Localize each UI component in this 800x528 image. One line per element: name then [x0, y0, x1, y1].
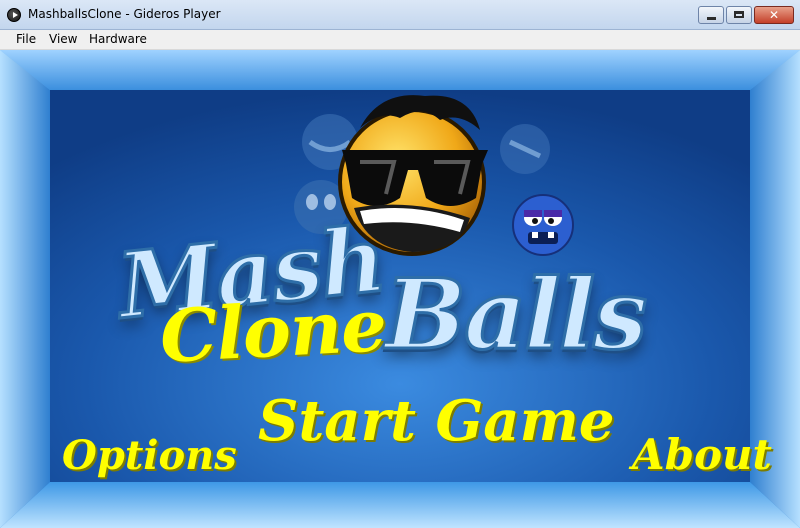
menu-bar: File View Hardware — [0, 30, 800, 50]
logo-subtitle-clone: Clone — [157, 282, 388, 379]
close-button[interactable]: ✕ — [754, 6, 794, 24]
blue-ball-character — [512, 194, 574, 256]
options-button[interactable]: Options — [62, 432, 237, 479]
window-title: MashballsClone - Gideros Player — [28, 7, 221, 21]
maximize-button[interactable] — [726, 6, 752, 24]
game-viewport[interactable]: Mash Balls Clone Start Game Options Abou… — [0, 50, 800, 528]
window-title-bar[interactable]: MashballsClone - Gideros Player ✕ — [0, 0, 800, 30]
window-controls: ✕ — [696, 6, 794, 24]
background-ball-icon — [500, 124, 550, 174]
minimize-icon — [707, 17, 716, 20]
about-button[interactable]: About — [632, 430, 772, 479]
minimize-button[interactable] — [698, 6, 724, 24]
logo-word-balls: Balls — [383, 257, 648, 373]
app-play-icon — [7, 8, 21, 22]
menu-file[interactable]: File — [16, 32, 36, 46]
close-icon: ✕ — [768, 8, 780, 22]
menu-view[interactable]: View — [49, 32, 77, 46]
menu-hardware[interactable]: Hardware — [89, 32, 147, 46]
start-game-button[interactable]: Start Game — [258, 388, 614, 454]
maximize-icon — [734, 11, 744, 18]
